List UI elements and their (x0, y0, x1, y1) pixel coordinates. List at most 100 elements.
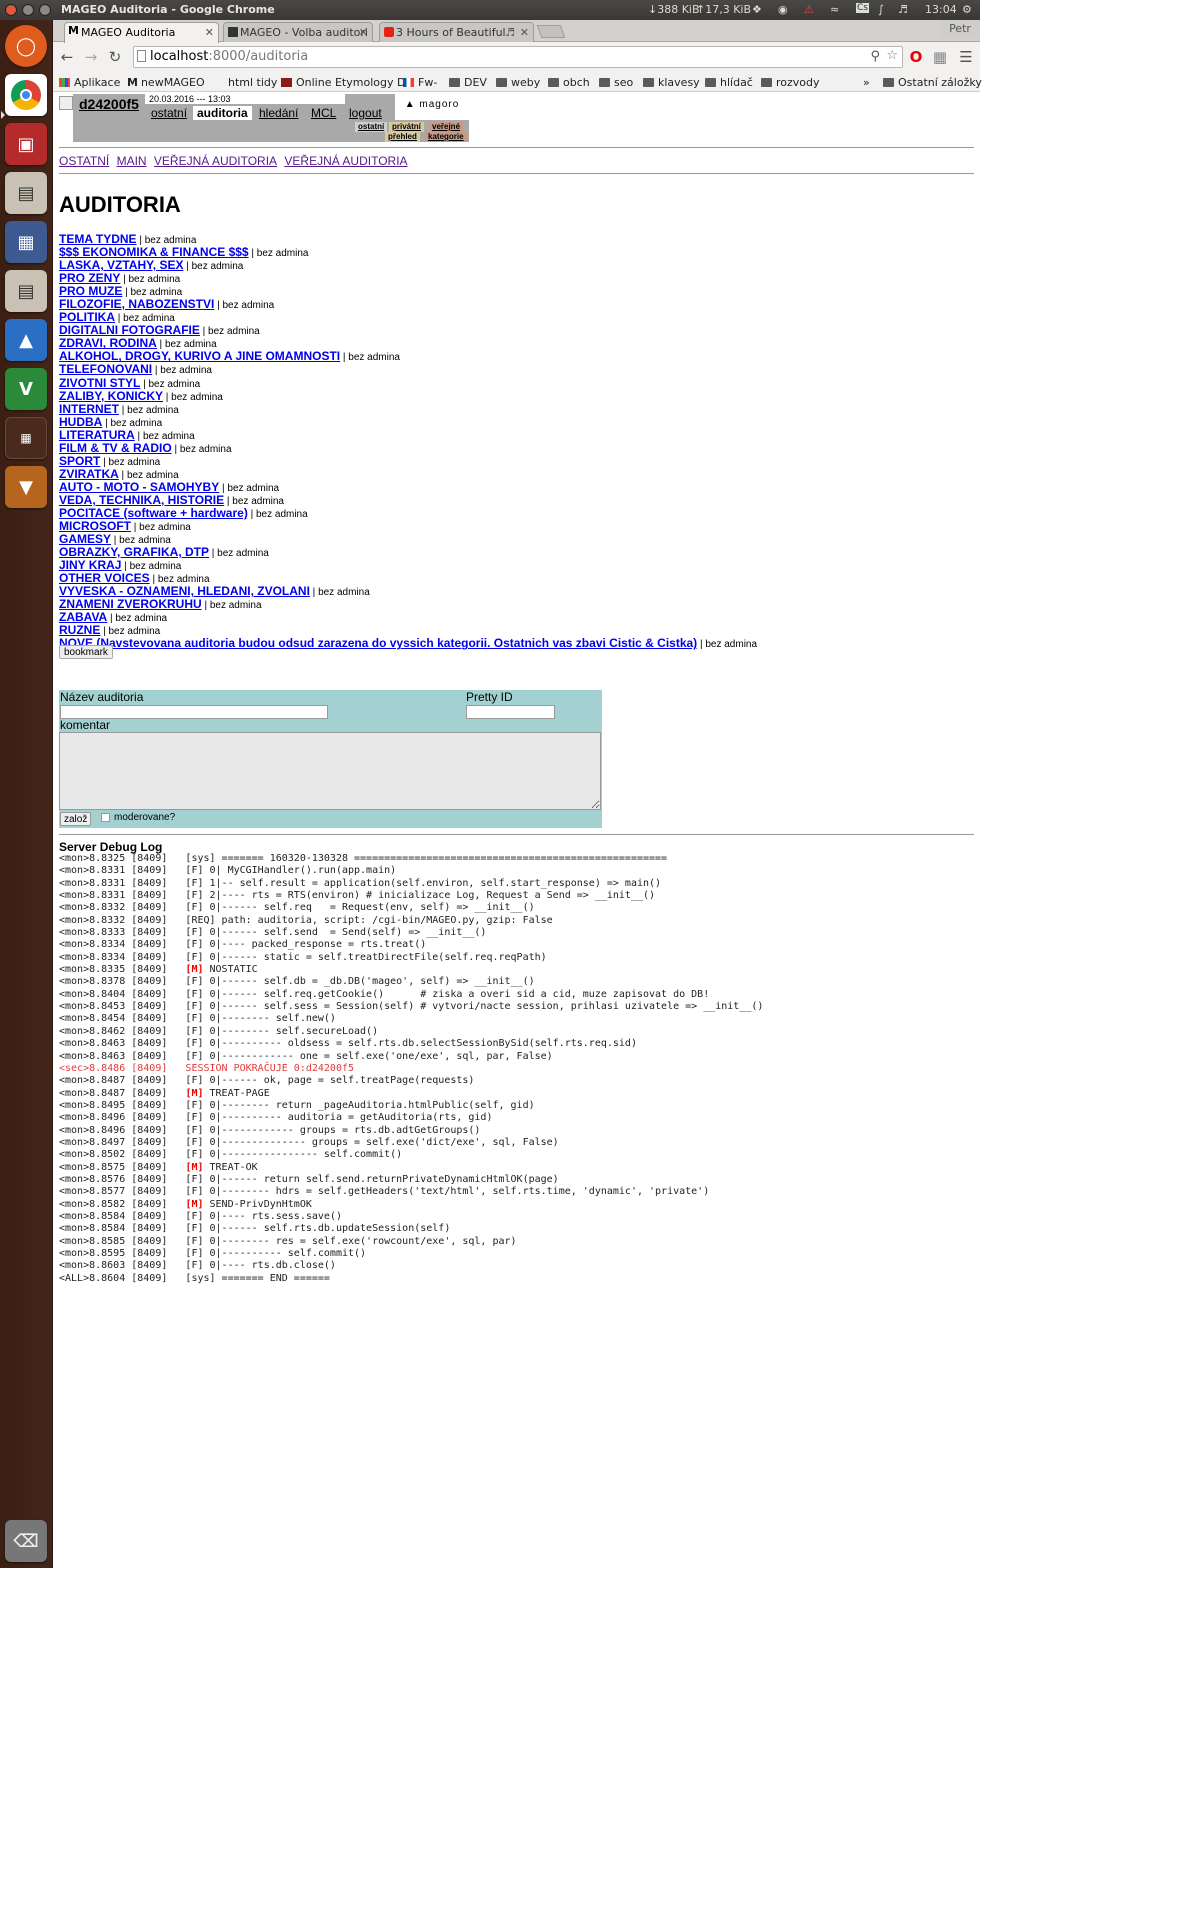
tab-youtube[interactable]: 3 Hours of Beautiful ♬ ✕ (379, 22, 534, 42)
auditorium-link[interactable]: ALKOHOL, DROGY, KURIVO A JINE OMAMNOSTI (59, 349, 340, 363)
header-tab-auditoria[interactable]: auditoria (193, 106, 252, 120)
bookmark-button[interactable]: bookmark (59, 645, 113, 659)
auditorium-link[interactable]: VYVESKA - OZNAMENI, HLEDANI, ZVOLANI (59, 584, 310, 598)
sync-icon[interactable]: ◉ (778, 3, 788, 16)
clock[interactable]: 13:04 (925, 3, 957, 16)
auditorium-link[interactable]: NOVE (Navstevovana auditoria budou odsud… (59, 636, 697, 650)
file-manager-icon[interactable]: ▤ (5, 172, 47, 214)
auditorium-link[interactable]: SPORT (59, 454, 100, 468)
calculator-icon[interactable]: ▦ (5, 221, 47, 263)
bookmark-folder-klavesy[interactable]: klavesy (643, 76, 700, 89)
sub-link-ostatni[interactable]: ostatní (355, 122, 388, 132)
auditorium-link[interactable]: ZDRAVI, RODINA (59, 336, 157, 350)
header-tab-ostatni[interactable]: ostatní (151, 106, 187, 120)
auditorium-link[interactable]: GAMESY (59, 532, 111, 546)
auditorium-link[interactable]: DIGITALNI FOTOGRAFIE (59, 323, 200, 337)
auditorium-link[interactable]: FILM & TV & RADIO (59, 441, 172, 455)
auditorium-link[interactable]: ZIVOTNI STYL (59, 376, 140, 390)
pretty-id-input[interactable] (466, 705, 555, 719)
auditorium-link[interactable]: AUTO - MOTO - SAMOHYBY (59, 480, 219, 494)
breadcrumb-ostatni[interactable]: OSTATNÍ (59, 154, 109, 168)
auditorium-link[interactable]: ZVIRATKA (59, 467, 119, 481)
usb-drive-icon[interactable]: ▼ (5, 466, 47, 508)
bookmark-folder-weby[interactable]: weby (496, 76, 540, 89)
window-close-button[interactable] (5, 4, 17, 16)
tab-mageo-auditoria[interactable]: M MAGEO Auditoria ✕ (64, 22, 219, 43)
bookmark-fw[interactable]: Fw- (403, 76, 437, 89)
sub-link-kategorie[interactable]: kategorie (425, 132, 467, 142)
gear-icon[interactable]: ⚙ (962, 3, 972, 16)
bookmark-html-tidy[interactable]: html tidy (228, 76, 277, 89)
auditorium-link[interactable]: INTERNET (59, 402, 119, 416)
auditorium-link[interactable]: ZABAVA (59, 610, 107, 624)
auditorium-link[interactable]: $$$ EKONOMIKA & FINANCE $$$ (59, 245, 249, 259)
auditorium-link[interactable]: VEDA, TECHNIKA, HISTORIE (59, 493, 224, 507)
bookmarks-overflow[interactable]: » (863, 76, 870, 89)
window-minimize-button[interactable] (22, 4, 34, 16)
back-icon[interactable]: ← (57, 47, 77, 67)
breadcrumb-verejna-auditoria-2[interactable]: VEŘEJNÁ AUDITORIA (284, 154, 407, 168)
header-tab-mcl[interactable]: MCL (311, 106, 336, 120)
profile-button[interactable]: Petr (940, 20, 980, 38)
auditorium-link[interactable]: TELEFONOVANI (59, 362, 152, 376)
bookmark-folder-seo[interactable]: seo (599, 76, 633, 89)
auditorium-link[interactable]: ZNAMENI ZVEROKRUHU (59, 597, 202, 611)
breadcrumb-main[interactable]: MAIN (117, 154, 147, 168)
session-id-link[interactable]: d24200f5 (79, 96, 139, 112)
window-maximize-button[interactable] (39, 4, 51, 16)
chrome-icon[interactable] (5, 74, 47, 116)
star-icon[interactable]: ☆ (886, 48, 898, 63)
auditorium-link[interactable]: PRO ZENY (59, 271, 120, 285)
auditorium-link[interactable]: PRO MUZE (59, 284, 122, 298)
update-icon[interactable]: ⚠ (804, 3, 814, 16)
keyboard-layout-icon[interactable]: Cs (856, 3, 869, 13)
sub-link-privatni[interactable]: privátní (389, 122, 424, 132)
bookmark-folder-other[interactable]: Ostatní záložky (883, 76, 982, 89)
header-tab-logout[interactable]: logout (349, 106, 382, 120)
wifi-icon[interactable]: ≈ (830, 3, 839, 16)
auditorium-name-input[interactable] (60, 705, 328, 719)
moderated-checkbox[interactable] (101, 813, 110, 822)
auditorium-link[interactable]: RUZNE (59, 623, 100, 637)
comment-textarea[interactable] (59, 732, 601, 810)
new-tab-button[interactable] (536, 25, 566, 38)
bookmark-folder-rozvody[interactable]: rozvody (761, 76, 820, 89)
archive-manager-icon[interactable]: ▤ (5, 270, 47, 312)
auditorium-link[interactable]: OBRAZKY, GRAFIKA, DTP (59, 545, 209, 559)
auditorium-link[interactable]: OTHER VOICES (59, 571, 150, 585)
auditorium-link[interactable]: LITERATURA (59, 428, 135, 442)
auditorium-link[interactable]: MICROSOFT (59, 519, 131, 533)
bookmark-folder-obch[interactable]: obch (548, 76, 590, 89)
bookmark-apps[interactable]: Aplikace (59, 76, 120, 89)
vim-icon[interactable]: V (5, 368, 47, 410)
bookmark-folder-dev[interactable]: DEV (449, 76, 487, 89)
close-tab-icon[interactable]: ✕ (520, 26, 529, 39)
auditorium-link[interactable]: ZALIBY, KONICKY (59, 389, 163, 403)
wireshark-icon[interactable]: ▲ (5, 319, 47, 361)
bookmark-newmageo[interactable]: MnewMAGEO (127, 76, 205, 89)
menu-icon[interactable]: ☰ (956, 47, 976, 67)
forward-icon[interactable]: → (81, 47, 101, 67)
sub-link-verejne[interactable]: veřejné (429, 122, 464, 132)
auditorium-link[interactable]: POCITACE (software + hardware) (59, 506, 248, 520)
reload-icon[interactable]: ↻ (105, 47, 125, 67)
opera-extension-icon[interactable]: O (906, 47, 926, 67)
workspace-switcher-icon[interactable]: ▦ (5, 417, 47, 459)
search-icon[interactable]: ⚲ (870, 49, 880, 64)
bookmark-folder-hlidac[interactable]: hlídač (705, 76, 753, 89)
close-tab-icon[interactable]: ♬ (505, 26, 515, 39)
auditorium-link[interactable]: HUDBA (59, 415, 102, 429)
auditorium-link[interactable]: FILOZOFIE, NABOZENSTVI (59, 297, 214, 311)
auditorium-link[interactable]: POLITIKA (59, 310, 115, 324)
auditorium-link[interactable]: LASKA, VZTAHY, SEX (59, 258, 183, 272)
close-tab-icon[interactable]: ✕ (359, 26, 368, 39)
bluetooth-icon[interactable]: ∫ (878, 3, 884, 16)
auditorium-link[interactable]: JINY KRAJ (59, 558, 121, 572)
trash-icon[interactable]: ⌫ (5, 1520, 47, 1562)
ubuntu-icon[interactable]: ◯ (5, 25, 47, 67)
sub-link-prehled[interactable]: přehled (385, 132, 420, 142)
address-bar[interactable]: localhost:8000/auditoria ⚲ ☆ (133, 46, 903, 68)
header-tab-hledani[interactable]: hledání (259, 106, 298, 120)
presentation-app-icon[interactable]: ▣ (5, 123, 47, 165)
auditorium-link[interactable]: TEMA TYDNE (59, 232, 137, 246)
